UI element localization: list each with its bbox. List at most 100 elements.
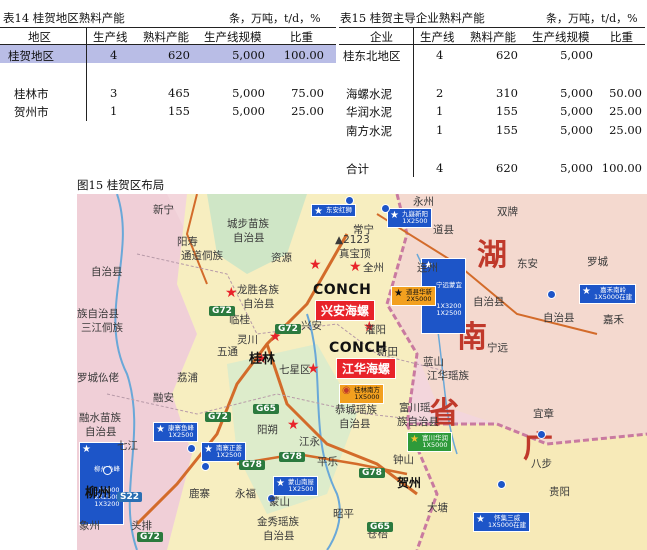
place-label: 七江 — [117, 440, 138, 452]
location-dot-icon — [201, 462, 210, 471]
plant-box-daoxian-huaxin: ★ 道县华新 2X5000 — [391, 286, 436, 306]
place-label: 新田 — [377, 346, 398, 358]
place-label: 江永 — [299, 436, 320, 448]
place-label: 永州 — [413, 196, 434, 208]
place-label: 连州 — [417, 262, 438, 274]
plant-box-huaiji-sanwei: ★ 怀集三威 1X5000在建 — [473, 512, 531, 532]
place-label: 自治县 — [473, 296, 505, 308]
plant-capacity: 1X5000 — [354, 393, 380, 401]
table14-top-rule — [0, 27, 336, 28]
place-label: 八步 — [531, 458, 552, 470]
peak-elevation: ▲2123 — [335, 234, 370, 246]
plant-box-jiahe-nanling: ★ 嘉禾南岭 1X5000在建 — [579, 284, 637, 304]
place-label: 钟山 — [393, 454, 414, 466]
location-dot-icon — [497, 480, 506, 489]
table15-cell: 25.00 — [609, 104, 642, 118]
table15-cell: 南方水泥 — [346, 124, 392, 138]
place-label: 三江侗族 — [81, 322, 123, 334]
figure-title: 图15 桂贺区布局 — [77, 178, 165, 192]
place-label: 全州 — [363, 262, 384, 274]
plant-star-icon: ★ — [276, 478, 285, 489]
place-label-liuzhou: 柳州 — [85, 486, 112, 501]
location-dot-icon — [381, 204, 390, 213]
table15-cell: 155 — [496, 104, 518, 118]
place-label: 城步苗族 — [227, 218, 269, 230]
place-label: 自治县 — [263, 530, 295, 542]
place-label: 富川瑶 — [399, 402, 431, 414]
table15-cell: 5,000 — [560, 86, 593, 100]
table14-cell: 3 — [110, 86, 118, 100]
table15-cell: 155 — [496, 123, 518, 137]
plant-star-icon: ★ — [582, 286, 591, 297]
place-label: 族自治县 — [397, 416, 439, 428]
place-label: 罗城 — [587, 256, 608, 268]
table14-header-scale: 生产线规模 — [204, 30, 262, 44]
place-label: 自治县 — [339, 418, 371, 430]
place-label: 兴安 — [301, 320, 322, 332]
plant-name: 宁远蒙宜 — [436, 281, 462, 289]
table15-cell: 25.00 — [609, 123, 642, 137]
plant-box-kangzhai: ★ 康寨鱼峰 1X2500 — [153, 422, 198, 442]
plant-capacity: 1X5000在建 — [488, 521, 527, 529]
place-label: 道县 — [433, 224, 454, 236]
table14-divider — [86, 27, 87, 121]
road-badge: G72 — [209, 306, 235, 316]
table15-cell: 合计 — [346, 162, 369, 176]
plant-box-nanzhai: ★ 南寨正菱 1X2500 — [201, 442, 246, 462]
table14-unit: 条，万吨，t/d，% — [229, 12, 321, 25]
road-badge: G65 — [253, 404, 279, 414]
table14-header-capacity: 熟料产能 — [143, 30, 189, 44]
table15-cell: 4 — [436, 161, 444, 175]
road-badge: G78 — [239, 460, 265, 470]
table15-cell: 5,000 — [560, 123, 593, 137]
table15-cell: 5,000 — [560, 104, 593, 118]
table15-cell: 桂东北地区 — [343, 49, 401, 63]
place-label: 融水苗族 — [79, 412, 121, 424]
place-label: 灌阳 — [365, 324, 386, 336]
table15-header-scale: 生产线规模 — [532, 30, 590, 44]
plant-star-icon: ★ — [394, 288, 403, 299]
plant-capacity: 1X2500 — [168, 431, 194, 439]
plant-box-jiuyi-xinyang: ★ 九嶷新阳 1X2500 — [387, 208, 432, 228]
location-dot-icon — [345, 196, 354, 205]
plant-star-icon: ★ — [309, 257, 322, 273]
location-dot-icon — [547, 290, 556, 299]
table15-cell: 620 — [496, 161, 518, 175]
plant-name: 东安红狮 — [326, 206, 352, 214]
place-label: 平乐 — [317, 456, 338, 468]
table15-cell: 5,000 — [560, 161, 593, 175]
road-badge: G78 — [279, 452, 305, 462]
table15-cell: 4 — [436, 48, 444, 62]
table15-cell: 50.00 — [609, 86, 642, 100]
table14-header-lines: 生产线 — [93, 30, 128, 44]
table14-cell: 5,000 — [232, 86, 265, 100]
plant-capacity: 2X5000 — [406, 295, 432, 303]
place-label: 东安 — [517, 258, 538, 270]
table15-header-company: 企业 — [370, 30, 393, 44]
table15-cell: 310 — [496, 86, 518, 100]
place-label: 新宁 — [153, 204, 174, 216]
place-label: 五通 — [217, 346, 238, 358]
road-badge: G72 — [205, 412, 231, 422]
conch-logo: CONCH — [313, 282, 372, 298]
place-label: 宜章 — [533, 408, 554, 420]
table14-title: 表14 桂贺地区熟料产能 — [3, 11, 125, 25]
place-label: 永福 — [235, 488, 256, 500]
plant-box-fuchuan-huarun: ★ 富川华润 1X5000 — [407, 432, 452, 452]
layout-map: 湖 南 省 广 CONCH 兴安海螺 CONCH 江华海螺 ★ ★ ★ ★ ★ … — [77, 194, 647, 550]
table14-cell: 465 — [168, 86, 190, 100]
province-label-hu: 湖 — [477, 238, 507, 273]
plant-star-icon: ★ — [225, 285, 238, 301]
place-label: 罗城仫佬 — [77, 372, 119, 384]
table15-cell: 1 — [436, 123, 444, 137]
place-label: 资源 — [271, 252, 292, 264]
plant-star-icon: ★ — [390, 210, 399, 221]
plant-star-icon: ★ — [82, 444, 91, 455]
table14-cell: 桂林市 — [14, 87, 49, 101]
road-badge: G78 — [359, 468, 385, 478]
location-dot-icon — [103, 466, 112, 475]
plant-star-icon: ★ — [204, 444, 213, 455]
place-label: 双牌 — [497, 206, 518, 218]
table14-cell: 1 — [110, 104, 118, 118]
place-label: 蓝山 — [423, 356, 444, 368]
